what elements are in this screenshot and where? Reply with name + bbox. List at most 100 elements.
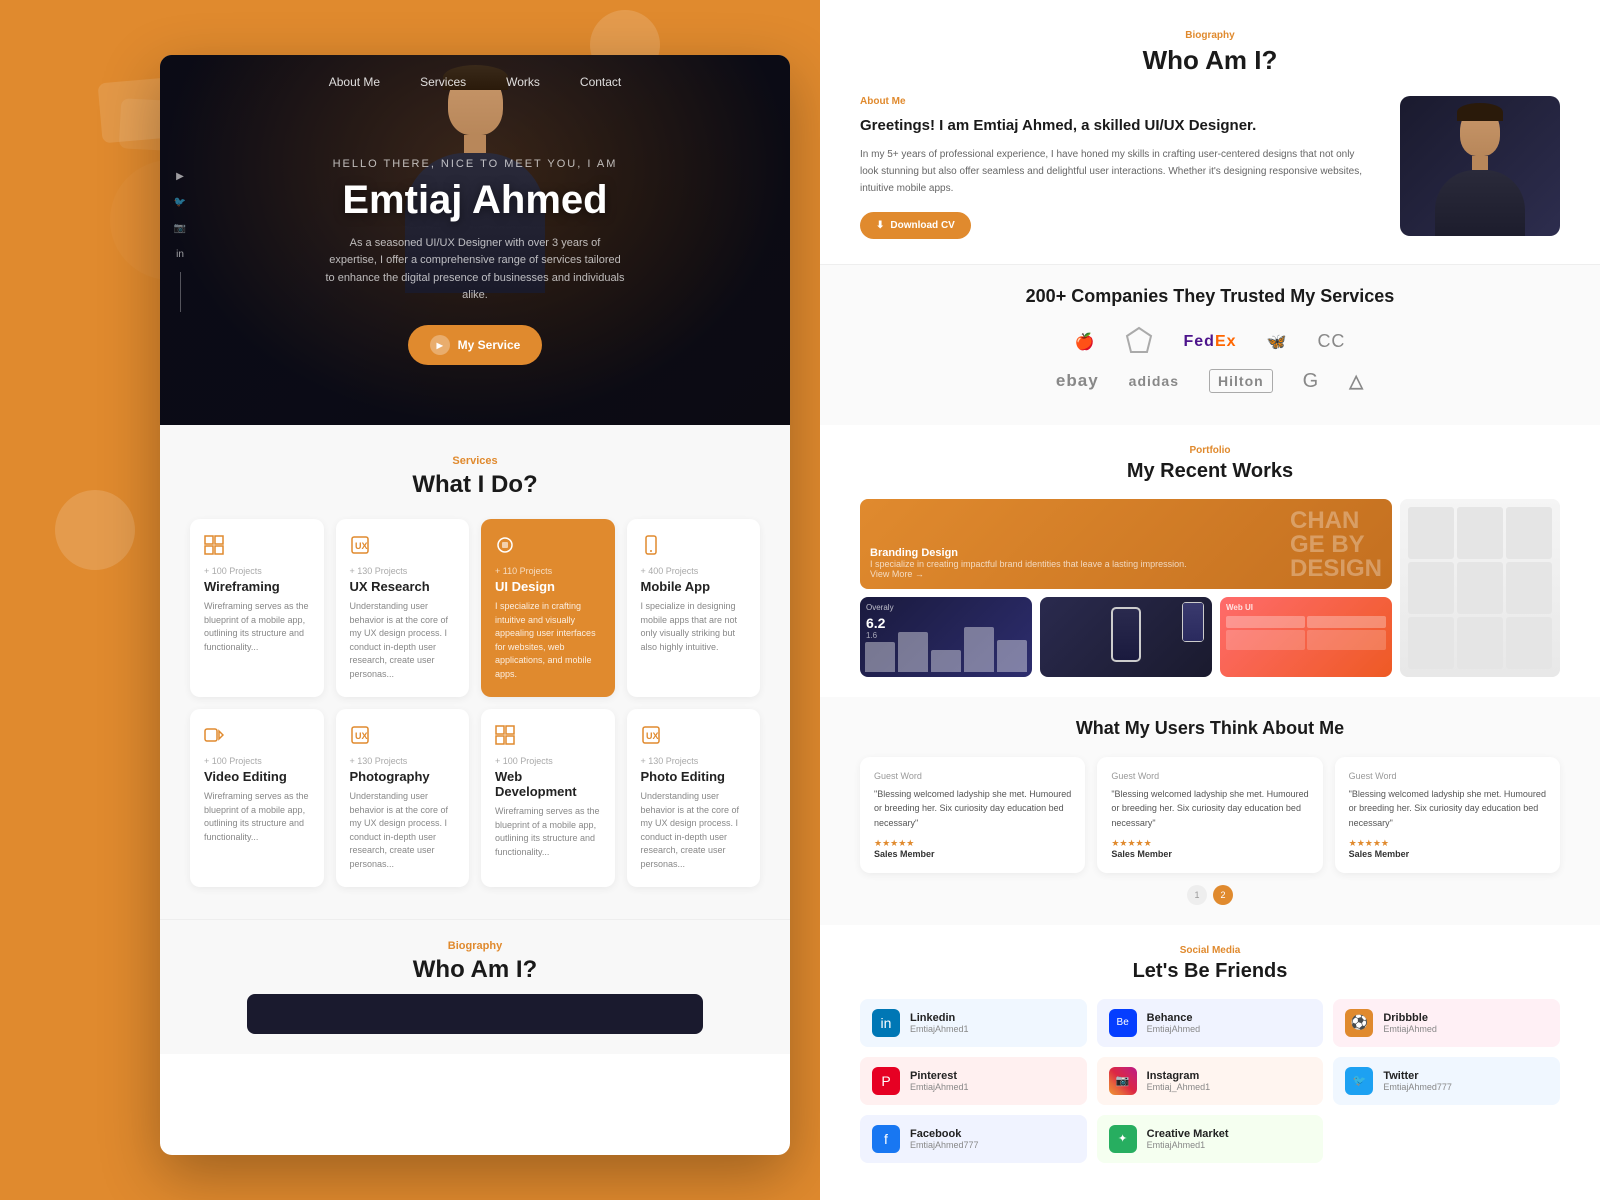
company-hilton: Hilton xyxy=(1209,369,1273,393)
service-card-mobile[interactable]: + 400 Projects Mobile App I specialize i… xyxy=(627,519,761,697)
twitter-info: Twitter EmtiajAhmed777 xyxy=(1383,1070,1548,1092)
social-instagram-card[interactable]: 📷 Instagram Emtiaj_Ahmed1 xyxy=(1097,1057,1324,1105)
linkedin-name: Linkedin xyxy=(910,1012,1075,1024)
social-section: Social Media Let's Be Friends in Linkedi… xyxy=(820,925,1600,1183)
hero-nav: About Me Services Works Contact xyxy=(160,75,790,89)
portfolio-main-info: Branding Design I specialize in creating… xyxy=(870,547,1187,579)
bio-bar-placeholder xyxy=(247,994,703,1034)
portfolio-dashboard[interactable]: Overaly 6.2 1.6 xyxy=(860,597,1032,677)
behance-info: Behance EmtiajAhmed xyxy=(1147,1012,1312,1034)
sketch-cell-7 xyxy=(1408,617,1454,669)
bar-5 xyxy=(997,640,1027,673)
who-paragraph: In my 5+ years of professional experienc… xyxy=(860,146,1375,197)
nav-services[interactable]: Services xyxy=(420,75,466,89)
social-behance-card[interactable]: Be Behance EmtiajAhmed xyxy=(1097,999,1324,1047)
ux-icon: UX xyxy=(350,535,456,560)
hero-description: As a seasoned UI/UX Designer with over 3… xyxy=(325,235,625,305)
mobile-desc: I specialize in designing mobile apps th… xyxy=(641,600,747,654)
portfolio-web-ui[interactable]: Web UI xyxy=(1220,597,1392,677)
video-desc: Wireframing serves as the blueprint of a… xyxy=(204,790,310,844)
social-linkedin-card[interactable]: in Linkedin EmtiajAhmed1 xyxy=(860,999,1087,1047)
behance-name: Behance xyxy=(1147,1012,1312,1024)
testimonial-pagination: 1 2 xyxy=(860,885,1560,905)
company-butterfly: 🦋 xyxy=(1267,332,1288,352)
behance-handle: EmtiajAhmed xyxy=(1147,1024,1312,1034)
testimonial-3: Guest Word "Blessing welcomed ladyship s… xyxy=(1335,757,1560,873)
companies-section: 200+ Companies They Trusted My Services … xyxy=(820,264,1600,425)
testimonials-section: What My Users Think About Me Guest Word … xyxy=(820,697,1600,925)
social-dribbble-card[interactable]: ⚽ Dribbble EmtiajAhmed xyxy=(1333,999,1560,1047)
service-card-wireframing[interactable]: + 100 Projects Wireframing Wireframing s… xyxy=(190,519,324,697)
portfolio-title: My Recent Works xyxy=(860,460,1560,483)
testimonial-3-tag: Guest Word xyxy=(1349,771,1546,781)
hero-section: About Me Services Works Contact ▶ 🐦 📷 in… xyxy=(160,55,790,425)
video-count: + 100 Projects xyxy=(204,756,310,766)
mobile-app-content xyxy=(1040,597,1212,677)
service-grid-row1: + 100 Projects Wireframing Wireframing s… xyxy=(190,519,760,697)
testimonial-2-author: Sales Member xyxy=(1111,849,1308,859)
testimonials-row: Guest Word "Blessing welcomed ladyship s… xyxy=(860,757,1560,873)
svg-text:UX: UX xyxy=(355,731,368,741)
service-card-ui[interactable]: + 110 Projects UI Design I specialize in… xyxy=(481,519,615,697)
sketch-cell-1 xyxy=(1408,507,1454,559)
ui-block-3 xyxy=(1226,630,1305,650)
social-creative-card[interactable]: ✦ Creative Market EmtiajAhmed1 xyxy=(1097,1115,1324,1163)
portfolio-side-item[interactable] xyxy=(1400,499,1560,677)
service-grid-row2: + 100 Projects Video Editing Wireframing… xyxy=(190,709,760,887)
hero-name: Emtiaj Ahmed xyxy=(160,178,790,223)
instagram-info: Instagram Emtiaj_Ahmed1 xyxy=(1147,1070,1312,1092)
portrait-neck xyxy=(464,135,486,153)
portfolio-main-item[interactable]: CHANGE BYDESIGN Branding Design I specia… xyxy=(860,499,1392,589)
service-card-photoediting[interactable]: UX + 130 Projects Photo Editing Understa… xyxy=(627,709,761,887)
testimonial-1: Guest Word "Blessing welcomed ladyship s… xyxy=(860,757,1085,873)
webdev-icon xyxy=(495,725,601,750)
video-icon xyxy=(204,725,310,750)
wireframing-icon xyxy=(204,535,310,560)
company-adidas: adidas xyxy=(1129,373,1179,389)
web-ui-grid xyxy=(1226,616,1386,650)
nav-works[interactable]: Works xyxy=(506,75,540,89)
left-panel: About Me Services Works Contact ▶ 🐦 📷 in… xyxy=(160,55,790,1155)
wireframing-desc: Wireframing serves as the blueprint of a… xyxy=(204,600,310,654)
portfolio-mobile-app[interactable] xyxy=(1040,597,1212,677)
services-title: What I Do? xyxy=(190,471,760,499)
service-card-photo[interactable]: UX + 130 Projects Photography Understand… xyxy=(336,709,470,887)
bar-1 xyxy=(865,642,895,672)
linkedin-card-icon: in xyxy=(872,1009,900,1037)
photo-icon: UX xyxy=(350,725,456,750)
hero-text-block: HELLO THERE, NICE TO MEET YOU, I AM Emti… xyxy=(160,158,790,365)
social-facebook-card[interactable]: f Facebook EmtiajAhmed777 xyxy=(860,1115,1087,1163)
hero-cta-button[interactable]: ▶ My Service xyxy=(408,325,543,365)
svg-text:UX: UX xyxy=(355,541,368,551)
social-title: Let's Be Friends xyxy=(860,960,1560,983)
social-pinterest-card[interactable]: P Pinterest EmtiajAhmed1 xyxy=(860,1057,1087,1105)
sketch-grid xyxy=(1400,499,1560,677)
nav-contact[interactable]: Contact xyxy=(580,75,621,89)
linkedin-info: Linkedin EmtiajAhmed1 xyxy=(910,1012,1075,1034)
nav-about[interactable]: About Me xyxy=(329,75,380,89)
page-dot-2[interactable]: 2 xyxy=(1213,885,1233,905)
branding-link[interactable]: View More → xyxy=(870,569,1187,579)
portfolio-tag: Portfolio xyxy=(860,445,1560,456)
photography-desc: Understanding user behavior is at the co… xyxy=(350,790,456,871)
portfolio-sketch xyxy=(1400,499,1560,677)
sketch-cell-9 xyxy=(1506,617,1552,669)
company-chanel: CC xyxy=(1317,331,1345,352)
testimonial-2-text: "Blessing welcomed ladyship she met. Hum… xyxy=(1111,787,1308,830)
page-dot-1[interactable]: 1 xyxy=(1187,885,1207,905)
service-card-ux[interactable]: UX + 130 Projects UX Research Understand… xyxy=(336,519,470,697)
wireframing-name: Wireframing xyxy=(204,579,310,594)
sketch-cell-8 xyxy=(1457,617,1503,669)
phone-2 xyxy=(1182,602,1204,642)
download-cv-button[interactable]: ⬇ Download CV xyxy=(860,212,971,239)
service-card-video[interactable]: + 100 Projects Video Editing Wireframing… xyxy=(190,709,324,887)
dribbble-card-icon: ⚽ xyxy=(1345,1009,1373,1037)
social-twitter-card[interactable]: 🐦 Twitter EmtiajAhmed777 xyxy=(1333,1057,1560,1105)
mobile-count: + 400 Projects xyxy=(641,566,747,576)
testimonial-1-text: "Blessing welcomed ladyship she met. Hum… xyxy=(874,787,1071,830)
behance-card-icon: Be xyxy=(1109,1009,1137,1037)
service-card-webdev[interactable]: + 100 Projects Web Development Wireframi… xyxy=(481,709,615,887)
phone-2-screen xyxy=(1183,603,1203,641)
svg-text:UX: UX xyxy=(646,731,659,741)
sketch-cell-3 xyxy=(1506,507,1552,559)
